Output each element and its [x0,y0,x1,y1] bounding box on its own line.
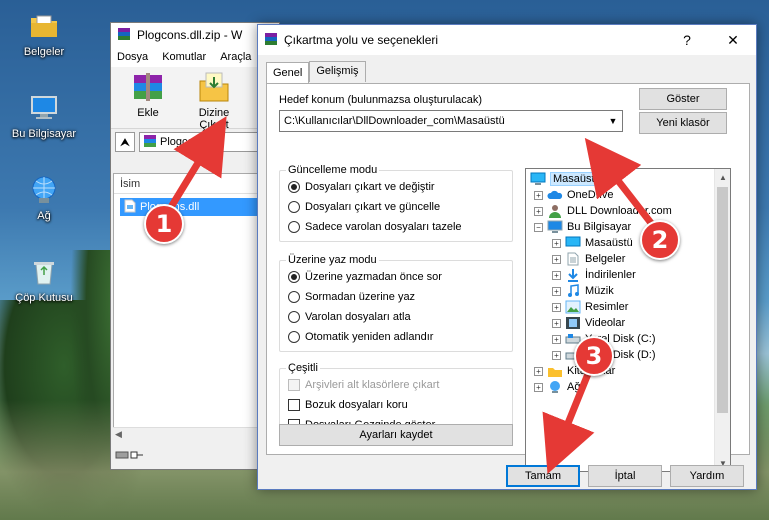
callout-step-2: 2 [640,220,680,260]
annotation-arrows [164,116,662,474]
arrow-1 [164,116,227,216]
arrow-2 [584,137,662,236]
tab-genel[interactable]: Genel [266,62,310,83]
arrow-3 [542,360,596,474]
callout-step-1: 1 [144,204,184,244]
callout-step-3: 3 [574,336,614,376]
